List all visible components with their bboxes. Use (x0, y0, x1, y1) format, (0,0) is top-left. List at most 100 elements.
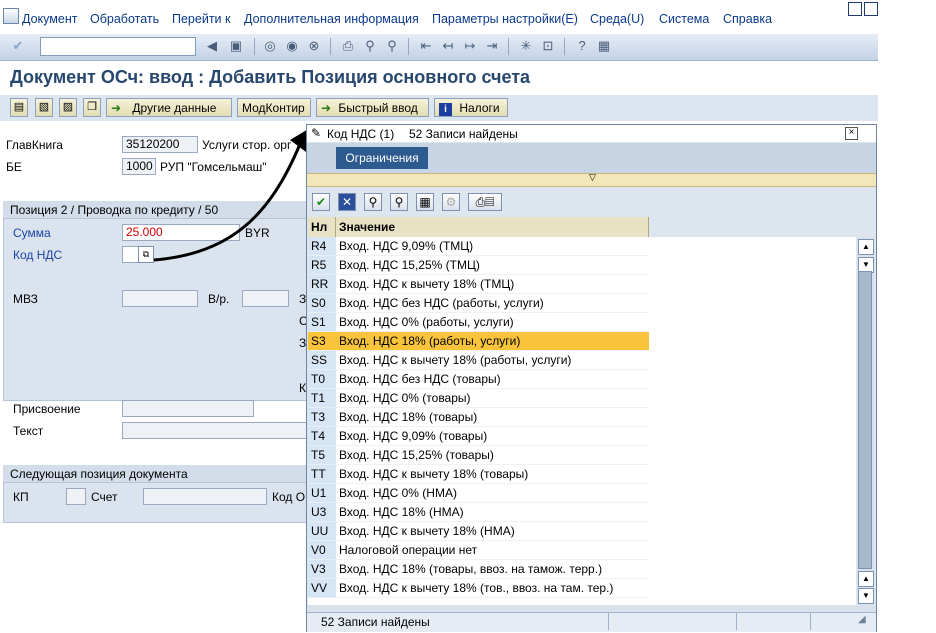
help-icon[interactable]: ? (574, 38, 590, 54)
tax-code-key-cell: SS (308, 351, 336, 370)
table-row[interactable]: R4 Вход. НДС 9,09% (ТМЦ) (308, 237, 856, 256)
scroll-down-icon[interactable]: ▼ (858, 588, 874, 604)
annotation-arrow (153, 128, 310, 262)
find-icon[interactable]: ⚲ (362, 38, 378, 54)
kp-field[interactable] (66, 488, 86, 505)
account-field[interactable] (143, 488, 267, 505)
tax-code-key-cell: V0 (308, 541, 336, 560)
minimize-icon[interactable] (848, 2, 862, 16)
menu-goto[interactable]: Перейти к (172, 12, 230, 26)
find-icon[interactable]: ⚲ (364, 193, 382, 211)
overview-icon[interactable]: ▤ (10, 98, 28, 117)
filter-icon[interactable]: ▦ (416, 193, 434, 211)
table-row[interactable]: R5 Вход. НДС 15,25% (ТМЦ) (308, 256, 856, 275)
window-controls (848, 2, 878, 16)
table-row[interactable]: VV Вход. НДС к вычету 18% (тов., ввоз. на… (308, 579, 856, 598)
menu-system[interactable]: Система (659, 12, 709, 26)
restrictions-tab[interactable]: Ограничения (336, 147, 428, 169)
first-page-icon[interactable]: ⇤ (418, 38, 434, 54)
tax-code-key-cell: TT (308, 465, 336, 484)
close-icon[interactable]: × (845, 127, 858, 140)
mvz-field[interactable] (122, 290, 198, 307)
popup-title: Код НДС (1) (327, 127, 395, 141)
toolbar-separator (508, 38, 509, 55)
table-row[interactable]: TT Вход. НДС к вычету 18% (товары) (308, 465, 856, 484)
next-page-icon[interactable]: ↦ (462, 38, 478, 54)
menu-settings[interactable]: Параметры настройки(E) (432, 12, 578, 26)
tax-code-key-cell: T1 (308, 389, 336, 408)
close-x-icon[interactable]: ✕ (338, 193, 356, 211)
post-icon[interactable]: ▧ (35, 98, 53, 117)
table-row[interactable]: UU Вход. НДС к вычету 18% (НМА) (308, 522, 856, 541)
assignment-field[interactable] (122, 400, 254, 417)
copy-icon[interactable]: ❐ (83, 98, 101, 117)
menu-document[interactable]: Документ (22, 12, 77, 26)
tax-code-key-cell: S3 (308, 332, 336, 351)
find-next-icon[interactable]: ⚲ (384, 38, 400, 54)
enter-check-icon[interactable]: ✔ (10, 38, 26, 54)
table-row[interactable]: T4 Вход. НДС 9,09% (товары) (308, 427, 856, 446)
prev-icon[interactable]: ◀ (204, 38, 220, 54)
table-row[interactable]: RR Вход. НДС к вычету 18% (ТМЦ) (308, 275, 856, 294)
mod-kontir-button[interactable]: МодКонтир (237, 98, 311, 117)
table-row[interactable]: S3 Вход. НДС 18% (работы, услуги) (308, 332, 856, 351)
tax-code-value-cell: Вход. НДС без НДС (работы, услуги) (336, 294, 649, 313)
table-row[interactable]: T1 Вход. НДС 0% (товары) (308, 389, 856, 408)
menu-extras[interactable]: Дополнительная информация (244, 12, 419, 26)
column-key-header[interactable]: Нл (308, 217, 336, 237)
tax-code-value-cell: Вход. НДС 18% (НМА) (336, 503, 649, 522)
back-icon[interactable]: ◎ (262, 38, 278, 54)
menu-help[interactable]: Справка (723, 12, 772, 26)
text-field[interactable] (122, 422, 308, 439)
tax-code-value-cell: Вход. НДС к вычету 18% (ТМЦ) (336, 275, 649, 294)
maximize-icon[interactable] (864, 2, 878, 16)
table-row[interactable]: U1 Вход. НДС 0% (НМА) (308, 484, 856, 503)
new-session-icon[interactable]: ✳ (518, 38, 534, 54)
resize-grip-icon[interactable]: ◢ (858, 614, 866, 625)
table-row[interactable]: T0 Вход. НДС без НДС (товары) (308, 370, 856, 389)
toolbar-separator (330, 38, 331, 55)
print-icon[interactable]: ⎙ (340, 38, 356, 54)
table-row[interactable]: U3 Вход. НДС 18% (НМА) (308, 503, 856, 522)
scroll-up-icon[interactable]: ▲ (858, 239, 874, 255)
menu-edit[interactable]: Обработать (90, 12, 159, 26)
table-row[interactable]: V3 Вход. НДС 18% (товары, ввоз. на тамож.… (308, 560, 856, 579)
accept-check-icon[interactable]: ✔ (312, 193, 330, 211)
table-row[interactable]: S0 Вход. НДС без НДС (работы, услуги) (308, 294, 856, 313)
fast-entry-button[interactable]: ➜ Быстрый ввод (316, 98, 429, 117)
sap-menu-icon[interactable] (3, 8, 19, 24)
tax-code-value-cell: Вход. НДС 18% (товары, ввоз. на тамож. т… (336, 560, 649, 579)
vertical-scrollbar[interactable]: ▲ ▼ ▲ ▼ (857, 237, 874, 605)
save-icon[interactable]: ▣ (228, 38, 244, 54)
prev-page-icon[interactable]: ↤ (440, 38, 456, 54)
tax-code-value-cell: Вход. НДС к вычету 18% (тов., ввоз. на т… (336, 579, 649, 598)
taxes-button[interactable]: i Налоги (434, 98, 508, 117)
scroll-up-icon[interactable]: ▲ (858, 571, 874, 587)
exit-icon[interactable]: ◉ (284, 38, 300, 54)
print-icon[interactable]: ⎙▤ (468, 193, 502, 211)
tax-code-label: Код НДС (13, 248, 63, 262)
command-field[interactable] (40, 37, 196, 56)
find-next-icon[interactable]: ⚲ (390, 193, 408, 211)
document-icon[interactable]: ▨ (59, 98, 77, 117)
cancel-icon[interactable]: ⊗ (306, 38, 322, 54)
be-label: БЕ (6, 160, 22, 174)
other-data-button[interactable]: ➜ Другие данные (106, 98, 232, 117)
mvz-label: МВЗ (13, 292, 38, 306)
shortcut-icon[interactable]: ⊡ (540, 38, 556, 54)
table-row[interactable]: SS Вход. НДС к вычету 18% (работы, услуги… (308, 351, 856, 370)
last-page-icon[interactable]: ⇥ (484, 38, 500, 54)
vr-field[interactable] (242, 290, 289, 307)
tax-code-value-cell: Вход. НДС 18% (товары) (336, 408, 649, 427)
expand-restrictions-bar[interactable]: ▽ (307, 172, 876, 187)
layout-icon[interactable]: ▦ (596, 38, 612, 54)
settings-icon[interactable]: ⚙ (442, 193, 460, 211)
table-row[interactable]: T3 Вход. НДС 18% (товары) (308, 408, 856, 427)
scroll-thumb[interactable] (858, 271, 872, 569)
table-row[interactable]: V0 Налоговой операции нет (308, 541, 856, 560)
table-row[interactable]: T5 Вход. НДС 15,25% (товары) (308, 446, 856, 465)
column-value-header[interactable]: Значение (336, 217, 649, 237)
table-row[interactable]: S1 Вход. НДС 0% (работы, услуги) (308, 313, 856, 332)
tax-code-value-cell: Вход. НДС 18% (работы, услуги) (336, 332, 649, 351)
menu-environment[interactable]: Среда(U) (590, 12, 644, 26)
